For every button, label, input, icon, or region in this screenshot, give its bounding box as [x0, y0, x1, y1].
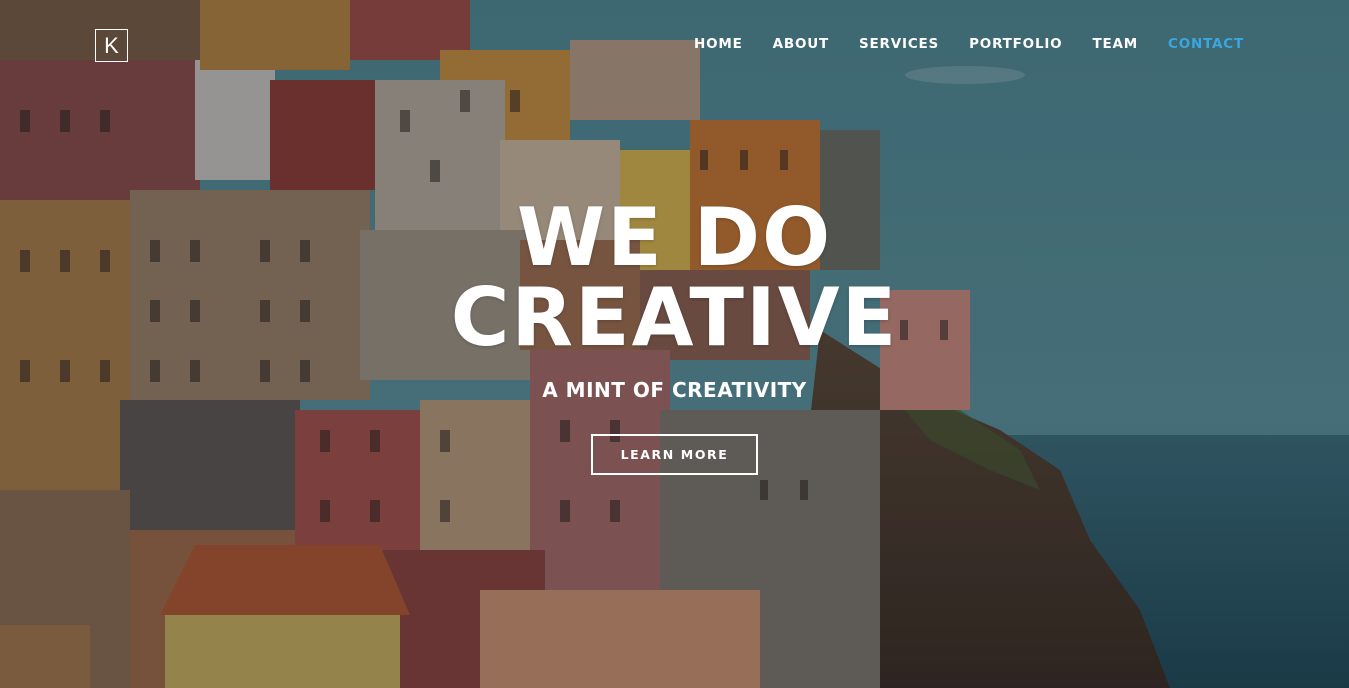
nav-item-contact[interactable]: CONTACT: [1168, 36, 1244, 52]
hero-section: K HOME ABOUT SERVICES PORTFOLIO TEAM CON…: [0, 0, 1349, 688]
nav-item-portfolio[interactable]: PORTFOLIO: [969, 36, 1062, 52]
hero-headline: WE DO CREATIVE: [0, 198, 1349, 358]
nav-item-services[interactable]: SERVICES: [859, 36, 939, 52]
nav-item-about[interactable]: ABOUT: [773, 36, 829, 52]
hero-tagline: A MINT OF CREATIVITY: [542, 378, 807, 402]
learn-more-button[interactable]: LEARN MORE: [591, 434, 758, 475]
brand-logo[interactable]: K: [95, 29, 128, 62]
main-nav: HOME ABOUT SERVICES PORTFOLIO TEAM CONTA…: [694, 36, 1244, 52]
headline-line-1: WE DO: [516, 191, 833, 284]
nav-item-home[interactable]: HOME: [694, 36, 743, 52]
logo-letter: K: [104, 32, 119, 58]
nav-item-team[interactable]: TEAM: [1092, 36, 1138, 52]
headline-line-2: CREATIVE: [450, 271, 899, 364]
